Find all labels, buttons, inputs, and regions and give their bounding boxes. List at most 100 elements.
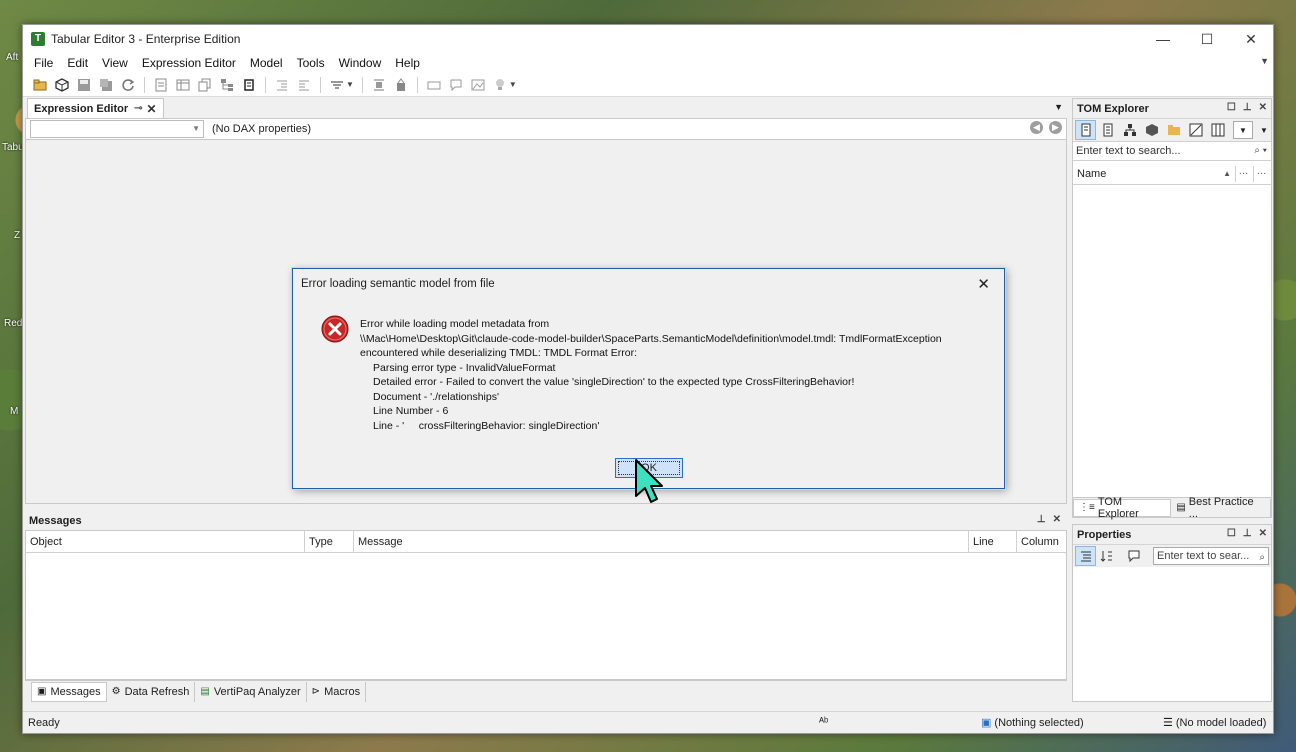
tab-best-practice[interactable]: ▤ Best Practice ... xyxy=(1171,496,1271,520)
show-hidden-icon[interactable] xyxy=(1075,120,1096,140)
menu-expression-editor[interactable]: Expression Editor xyxy=(135,56,243,70)
hierarchy-icon[interactable] xyxy=(216,75,238,95)
status-bar: Ready ᴬᵇ ▣ (Nothing selected) ☰ (No mode… xyxy=(23,711,1273,733)
align-icon[interactable] xyxy=(368,75,390,95)
forward-arrow-icon[interactable]: ▶ xyxy=(1049,121,1062,134)
toolbar-overflow-icon[interactable]: ▼ xyxy=(1260,126,1268,135)
data-refresh-icon: ⚙ xyxy=(111,686,121,697)
menu-edit[interactable]: Edit xyxy=(60,56,95,70)
measure-icon[interactable] xyxy=(1185,120,1206,140)
messages-column-headers: Object Type Message Line Column xyxy=(26,531,1066,553)
menu-help[interactable]: Help xyxy=(388,56,427,70)
save-icon[interactable] xyxy=(73,75,95,95)
refresh-icon[interactable] xyxy=(117,75,139,95)
script-icon[interactable] xyxy=(238,75,260,95)
float-icon[interactable]: ☐ xyxy=(1227,528,1236,539)
messages-pane: Messages ⊥ ✕ Object Type Message Line Co… xyxy=(25,512,1067,708)
tab-messages[interactable]: ▣ Messages xyxy=(31,681,107,702)
folder-icon[interactable] xyxy=(1163,120,1184,140)
menu-window[interactable]: Window xyxy=(332,56,389,70)
dialog-title-bar[interactable]: Error loading semantic model from file ✕ xyxy=(293,269,1004,299)
tom-search-input[interactable]: Enter text to search... ⌕ ▾ xyxy=(1073,141,1271,161)
search-icon[interactable]: ⌕ xyxy=(1259,550,1265,566)
tab-macros[interactable]: ⊳ Macros xyxy=(307,681,367,702)
pin-icon[interactable]: ⊥ xyxy=(1243,528,1252,539)
desktop-icon-label[interactable]: Aft xyxy=(6,52,18,63)
column-header-message[interactable]: Message xyxy=(354,531,969,553)
detail-line: Line - ' crossFilteringBehavior: singleD… xyxy=(373,419,600,432)
tab-label: Data Refresh xyxy=(124,685,190,698)
menu-view[interactable]: View xyxy=(95,56,135,70)
format-dropdown-icon[interactable]: ▼ xyxy=(346,80,354,89)
close-icon[interactable]: ✕ xyxy=(1259,102,1267,113)
status-text: Ready xyxy=(28,716,60,729)
search-icon[interactable]: ⌕ ▾ xyxy=(1254,145,1267,156)
column-options-icon[interactable]: … xyxy=(1235,166,1251,182)
minimize-button[interactable]: — xyxy=(1141,25,1185,53)
categorized-icon[interactable] xyxy=(1075,546,1096,566)
property-combo[interactable]: ▼ xyxy=(30,120,204,138)
pin-icon[interactable]: ⊥ xyxy=(1037,514,1046,525)
properties-search-input[interactable]: Enter text to sear... ⌕ xyxy=(1153,547,1269,565)
column-header-column[interactable]: Column xyxy=(1017,531,1066,553)
table-icon[interactable] xyxy=(172,75,194,95)
outdent-icon[interactable] xyxy=(293,75,315,95)
close-icon[interactable]: ✕ xyxy=(1259,528,1267,539)
keyboard-icon[interactable] xyxy=(423,75,445,95)
title-bar[interactable]: T Tabular Editor 3 - Enterprise Edition … xyxy=(23,25,1273,53)
menu-file[interactable]: File xyxy=(27,56,60,70)
property-pages-icon[interactable] xyxy=(1123,546,1144,566)
app-logo-icon: T xyxy=(31,32,45,46)
dialog-message: Error while loading model metadata from … xyxy=(360,317,990,433)
desktop-icon-label[interactable]: Tabu xyxy=(2,142,24,153)
lightbulb-icon[interactable] xyxy=(489,75,511,95)
open-model-icon[interactable] xyxy=(51,75,73,95)
dialog-title: Error loading semantic model from file xyxy=(301,278,495,290)
spellcheck-icon[interactable]: ᴬᵇ xyxy=(819,716,828,728)
window-title: Tabular Editor 3 - Enterprise Edition xyxy=(51,32,241,46)
menu-tools[interactable]: Tools xyxy=(290,56,332,70)
comment-icon[interactable] xyxy=(445,75,467,95)
hierarchy-view-icon[interactable] xyxy=(1119,120,1140,140)
tab-overflow-icon[interactable]: ▼ xyxy=(1054,102,1063,112)
back-arrow-icon[interactable]: ◀ xyxy=(1030,121,1043,134)
show-columns-icon[interactable] xyxy=(1097,120,1118,140)
column-header-object[interactable]: Object xyxy=(26,531,305,553)
new-document-icon[interactable] xyxy=(150,75,172,95)
tab-data-refresh[interactable]: ⚙ Data Refresh xyxy=(107,681,196,702)
column-header-line[interactable]: Line xyxy=(969,531,1017,553)
desktop-icon-label[interactable]: Red xyxy=(4,318,22,329)
menu-overflow-icon[interactable]: ▼ xyxy=(1260,56,1269,66)
image-icon[interactable] xyxy=(467,75,489,95)
tab-expression-editor[interactable]: Expression Editor ⊸ ✕ xyxy=(27,98,164,118)
sort-alpha-icon[interactable] xyxy=(1096,546,1117,566)
chevron-down-icon: ▼ xyxy=(192,124,200,133)
bucket-icon[interactable] xyxy=(390,75,412,95)
pin-icon[interactable]: ⊸ xyxy=(134,103,142,114)
column-more-icon[interactable]: … xyxy=(1253,166,1269,182)
cube-icon[interactable] xyxy=(1141,120,1162,140)
more-dropdown-icon[interactable]: ▼ xyxy=(509,80,517,89)
close-window-button[interactable]: ✕ xyxy=(1229,25,1273,53)
close-icon[interactable]: ✕ xyxy=(1053,514,1061,525)
pin-icon[interactable]: ⊥ xyxy=(1243,102,1252,113)
close-dialog-icon[interactable]: ✕ xyxy=(977,275,990,293)
format-icon[interactable] xyxy=(326,75,348,95)
copy-icon[interactable] xyxy=(194,75,216,95)
tab-tom-explorer[interactable]: ⋮≡ TOM Explorer xyxy=(1073,496,1172,520)
tab-vertipaq-analyzer[interactable]: ▤ VertiPaq Analyzer xyxy=(195,681,307,702)
indent-icon[interactable] xyxy=(271,75,293,95)
column-header-type[interactable]: Type xyxy=(305,531,354,553)
desktop-icon-label[interactable]: Z xyxy=(14,230,20,241)
desktop-icon-label[interactable]: M xyxy=(10,406,18,417)
float-icon[interactable]: ☐ xyxy=(1227,102,1236,113)
close-tab-icon[interactable]: ✕ xyxy=(147,102,157,116)
menu-model[interactable]: Model xyxy=(243,56,290,70)
open-file-icon[interactable] xyxy=(29,75,51,95)
mouse-cursor-icon xyxy=(635,459,663,503)
columns-icon[interactable] xyxy=(1207,120,1228,140)
maximize-button[interactable]: ☐ xyxy=(1185,25,1229,53)
name-column-header[interactable]: Name ▲ … … xyxy=(1073,163,1271,185)
save-all-icon[interactable] xyxy=(95,75,117,95)
view-options-dropdown[interactable]: ▼ xyxy=(1233,121,1253,139)
